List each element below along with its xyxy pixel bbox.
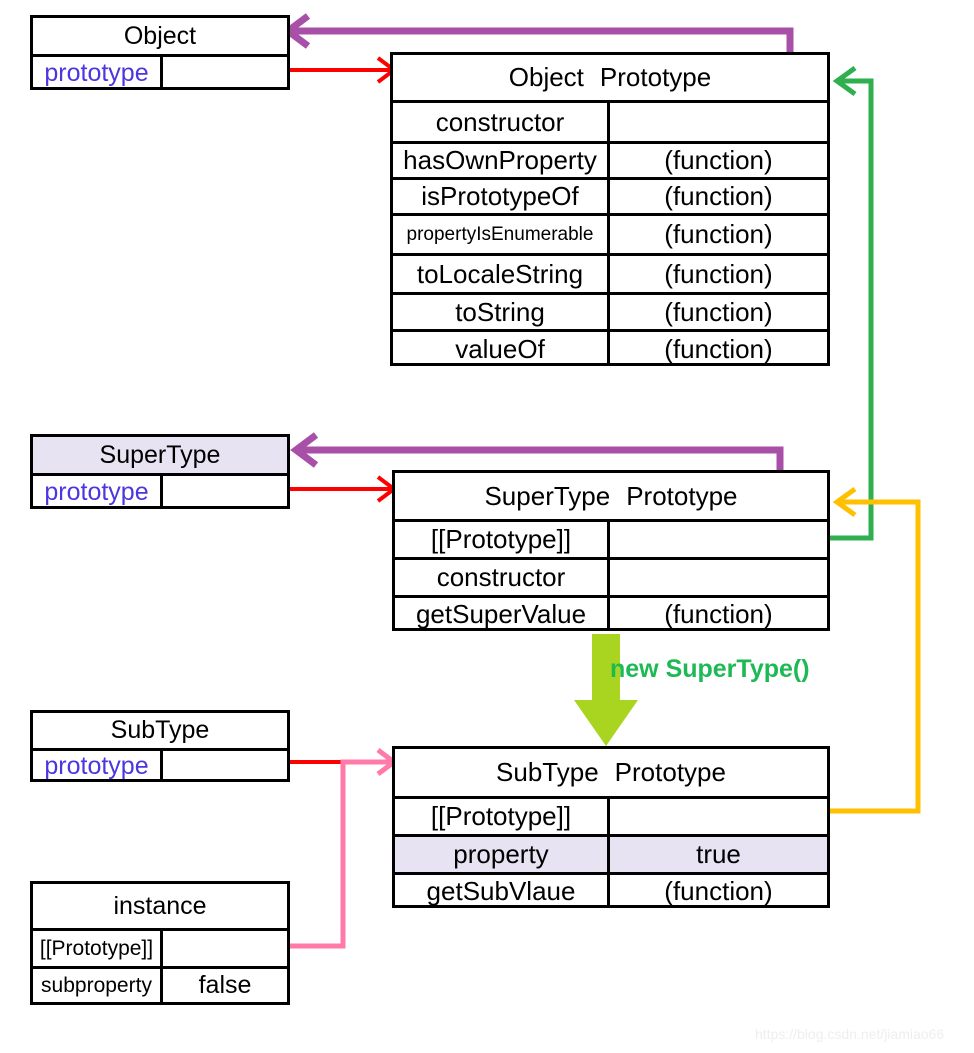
subtype-prototype-row-1-name: property bbox=[395, 837, 610, 872]
new-supertype-label: new SuperType() bbox=[610, 655, 810, 683]
supertype-box: SuperType prototype bbox=[30, 434, 290, 509]
table-row: hasOwnProperty (function) bbox=[393, 141, 827, 177]
object-prototype-row-0-name: constructor bbox=[393, 103, 610, 141]
table-row: property true bbox=[395, 834, 827, 872]
supertype-box-title-row: SuperType bbox=[33, 437, 287, 473]
subtype-prototype-row-1-value: true bbox=[696, 839, 741, 869]
subtype-box-prototype-row: prototype bbox=[33, 748, 287, 782]
object-prototype-row-2-value: (function) bbox=[664, 181, 773, 211]
supertype-box-prototype-row: prototype bbox=[33, 473, 287, 509]
subtype-prototype-table: SubType Prototype [[Prototype]] property… bbox=[392, 746, 830, 908]
supertype-box-prototype-key: prototype bbox=[33, 476, 163, 509]
table-row: getSuperValue (function) bbox=[395, 595, 827, 631]
subtype-box-prototype-key: prototype bbox=[33, 751, 163, 782]
subtype-prototype-header-left: SubType bbox=[496, 757, 599, 787]
supertype-prototype-row-0-name: [[Prototype]] bbox=[395, 522, 610, 557]
object-prototype-row-3-value: (function) bbox=[664, 219, 773, 249]
table-row: [[Prototype]] bbox=[395, 796, 827, 834]
object-prototype-row-2-name: isPrototypeOf bbox=[393, 180, 610, 213]
diagram-canvas: Object prototype Object Prototype constr… bbox=[0, 0, 974, 1053]
table-row: propertyIsEnumerable (function) bbox=[393, 213, 827, 253]
object-prototype-row-1-value: (function) bbox=[664, 145, 773, 175]
supertype-box-title: SuperType bbox=[99, 440, 221, 469]
object-prototype-header-right: Prototype bbox=[599, 62, 712, 92]
table-row: getSubVlaue (function) bbox=[395, 872, 827, 908]
lime-new-supertype-arrow bbox=[574, 634, 638, 746]
instance-box-prototype-key: [[Prototype]] bbox=[33, 931, 163, 966]
table-row: isPrototypeOf (function) bbox=[393, 177, 827, 213]
instance-box-title-row: instance bbox=[33, 884, 287, 928]
object-prototype-table: Object Prototype constructor hasOwnPrope… bbox=[390, 52, 830, 366]
subtype-prototype-row-0-name: [[Prototype]] bbox=[395, 799, 610, 834]
table-row: constructor bbox=[395, 557, 827, 595]
object-prototype-row-3-name: propertyIsEnumerable bbox=[393, 216, 610, 253]
subtype-box: SubType prototype bbox=[30, 710, 290, 782]
object-prototype-row-5-value: (function) bbox=[664, 296, 773, 327]
object-box: Object prototype bbox=[30, 15, 290, 90]
object-box-prototype-key: prototype bbox=[33, 57, 163, 90]
table-row: toLocaleString (function) bbox=[393, 253, 827, 292]
subtype-prototype-row-2-name: getSubVlaue bbox=[395, 875, 610, 908]
supertype-prototype-header-left: SuperType bbox=[484, 480, 611, 511]
object-box-title: Object bbox=[123, 21, 197, 50]
table-row: valueOf (function) bbox=[393, 329, 827, 366]
table-row: toString (function) bbox=[393, 292, 827, 329]
supertype-prototype-table: SuperType Prototype [[Prototype]] constr… bbox=[392, 470, 830, 631]
object-prototype-row-1-name: hasOwnProperty bbox=[393, 144, 610, 177]
object-box-title-row: Object bbox=[33, 18, 287, 54]
instance-box-title: instance bbox=[113, 891, 207, 920]
table-row: constructor bbox=[393, 100, 827, 141]
instance-box-prototype-row: [[Prototype]] bbox=[33, 928, 287, 966]
object-prototype-row-5-name: toString bbox=[393, 295, 610, 329]
object-prototype-row-4-name: toLocaleString bbox=[393, 256, 610, 292]
subtype-box-title: SubType bbox=[110, 716, 210, 744]
watermark-text: https://blog.csdn.net/jiamiao66 bbox=[755, 1026, 945, 1042]
instance-box-subproperty-key: subproperty bbox=[33, 969, 163, 1002]
supertype-prototype-row-1-value bbox=[610, 560, 827, 595]
supertype-prototype-header-right: Prototype bbox=[626, 480, 738, 511]
object-prototype-header: Object Prototype bbox=[393, 55, 827, 100]
object-box-prototype-row: prototype bbox=[33, 54, 287, 90]
instance-box: instance [[Prototype]] subproperty false bbox=[30, 881, 290, 1005]
supertype-prototype-row-0-value bbox=[610, 522, 827, 557]
instance-box-subproperty-row: subproperty false bbox=[33, 966, 287, 1002]
subtype-prototype-header: SubType Prototype bbox=[395, 749, 827, 796]
supertype-prototype-row-2-name: getSuperValue bbox=[395, 598, 610, 631]
supertype-box-prototype-value bbox=[163, 476, 287, 509]
subtype-prototype-header-right: Prototype bbox=[614, 757, 726, 787]
subtype-box-prototype-value bbox=[163, 751, 287, 782]
object-prototype-row-6-value: (function) bbox=[664, 333, 773, 364]
object-prototype-header-left: Object bbox=[508, 62, 584, 92]
instance-box-subproperty-value: false bbox=[198, 971, 252, 999]
object-prototype-row-6-name: valueOf bbox=[393, 332, 610, 366]
instance-box-prototype-value bbox=[163, 931, 287, 966]
subtype-prototype-row-2-value: (function) bbox=[664, 876, 773, 906]
subtype-prototype-row-0-value bbox=[610, 799, 827, 834]
subtype-box-title-row: SubType bbox=[33, 713, 287, 748]
table-row: [[Prototype]] bbox=[395, 519, 827, 557]
supertype-prototype-row-2-value: (function) bbox=[664, 599, 773, 629]
supertype-prototype-row-1-name: constructor bbox=[395, 560, 610, 595]
object-prototype-row-4-value: (function) bbox=[664, 258, 773, 289]
object-prototype-row-0-value bbox=[610, 103, 827, 141]
object-box-prototype-value bbox=[163, 57, 287, 90]
supertype-prototype-header: SuperType Prototype bbox=[395, 473, 827, 519]
